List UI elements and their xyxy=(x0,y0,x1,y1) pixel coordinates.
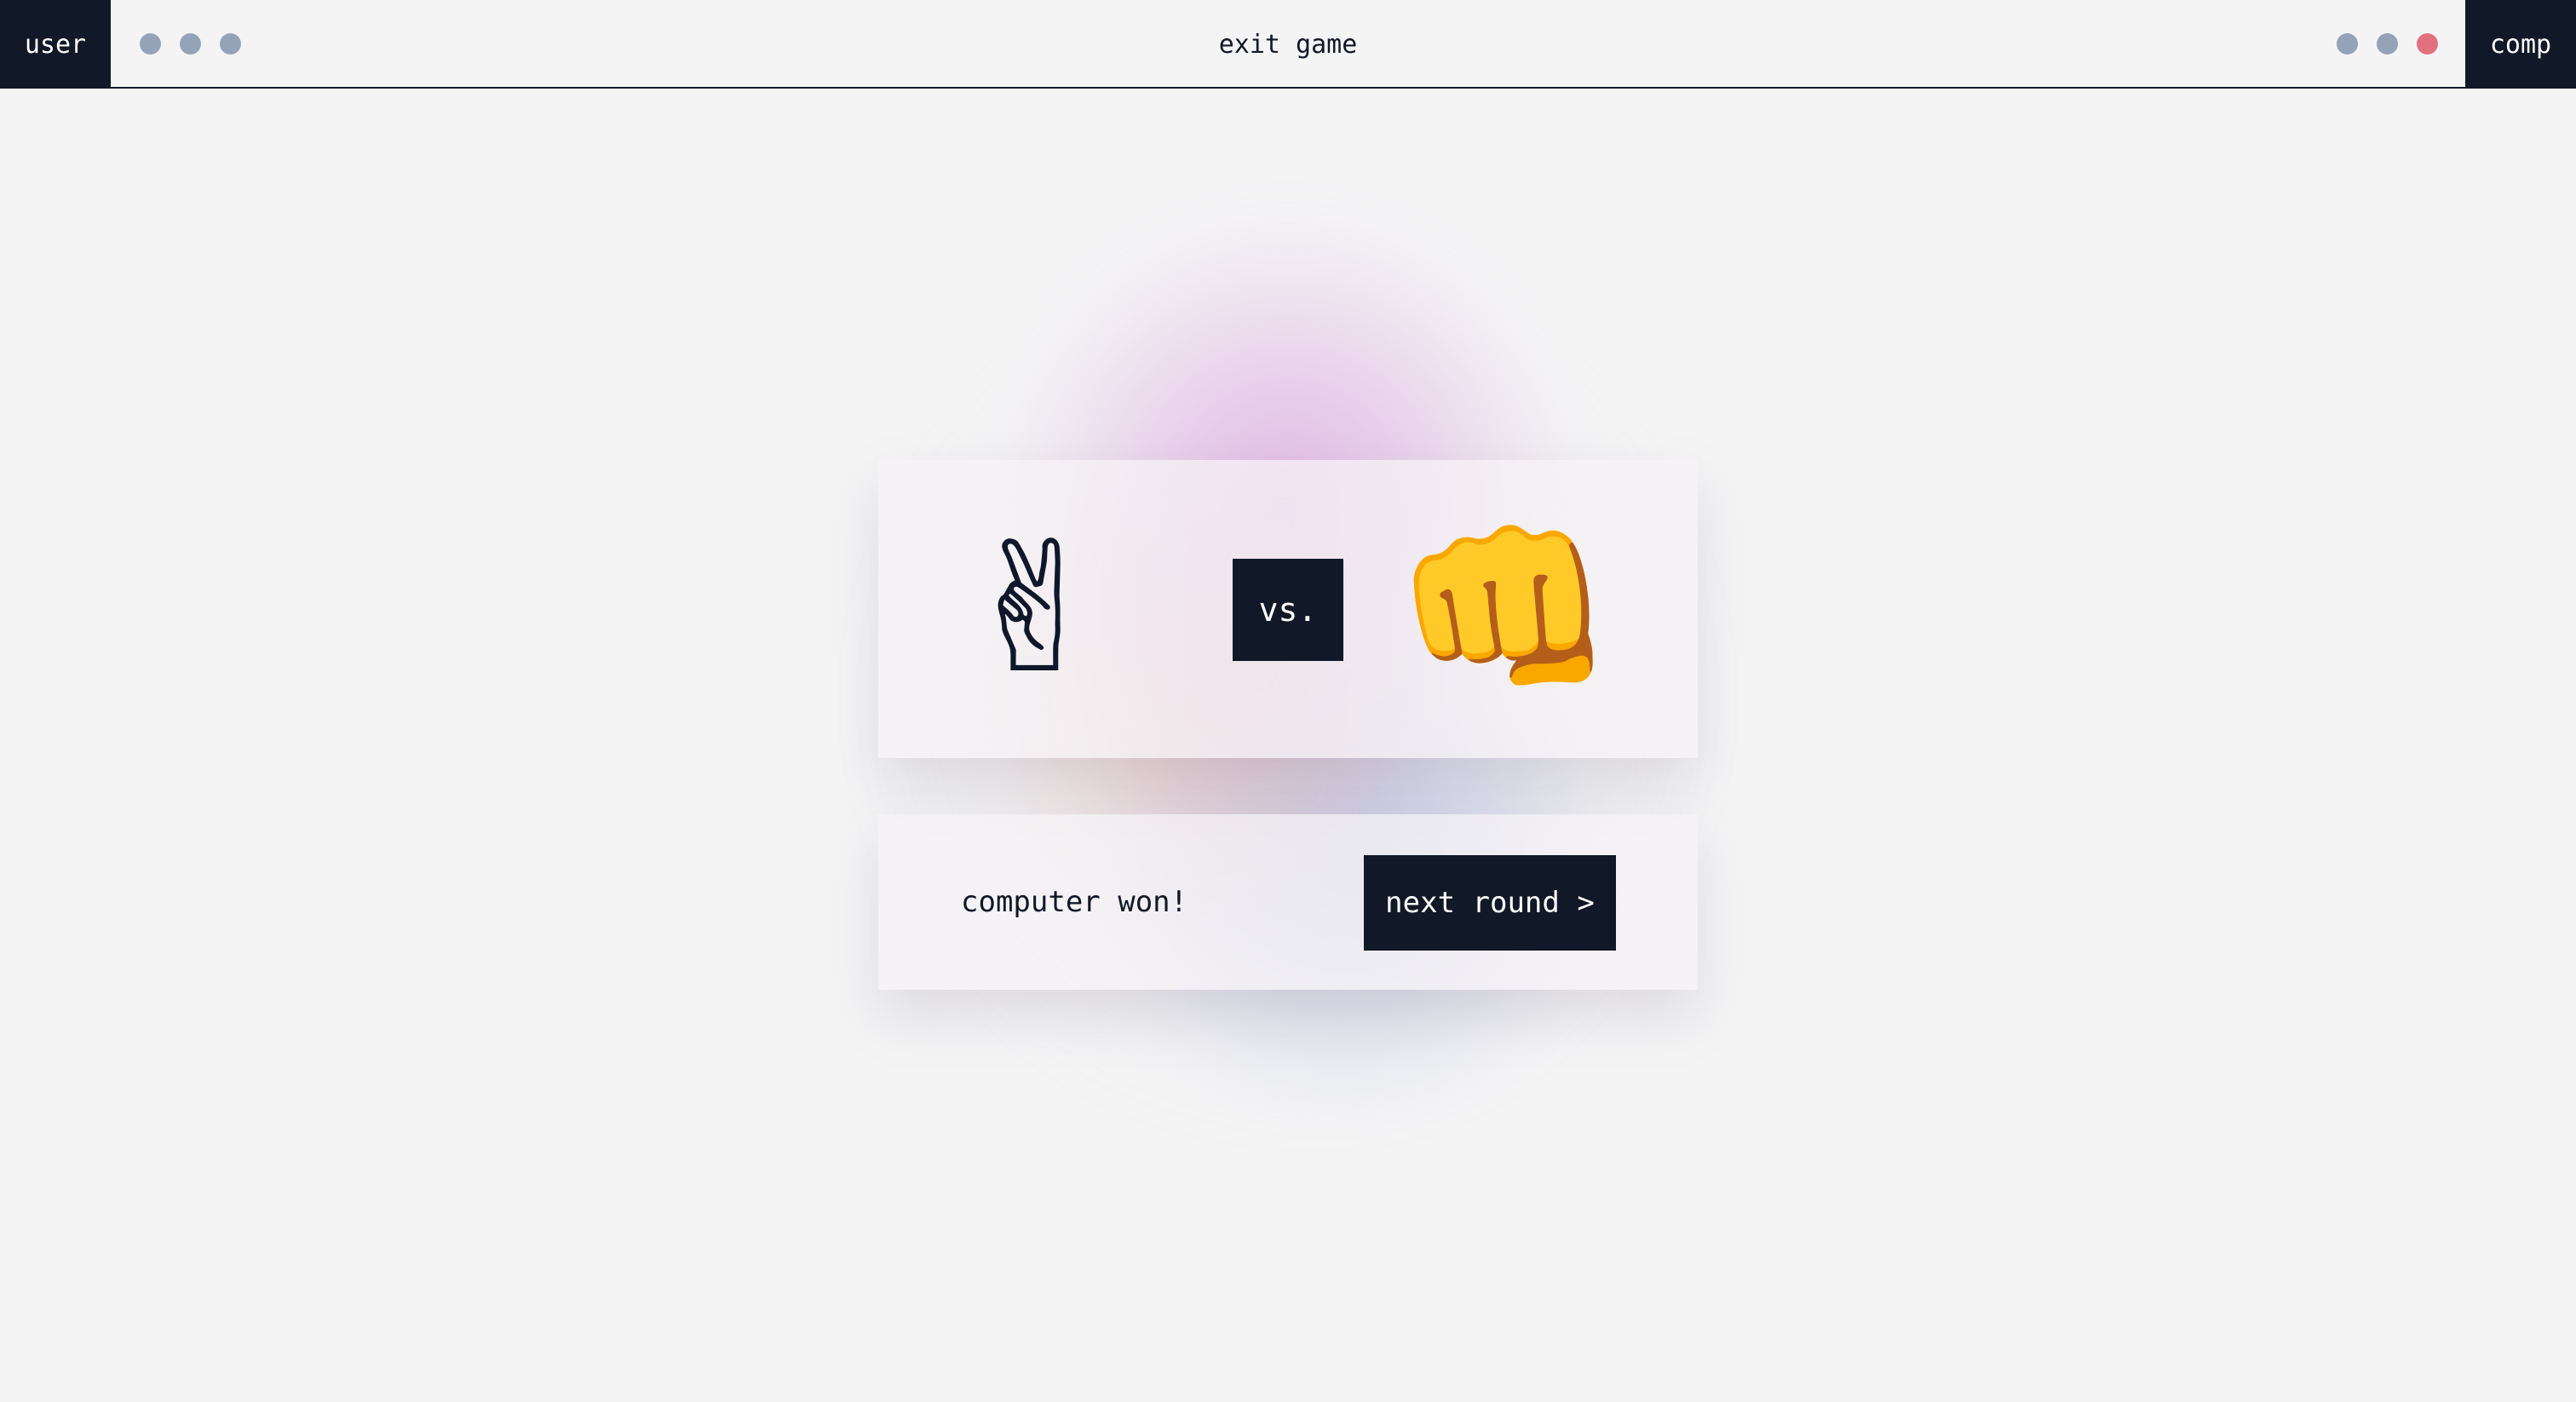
comp-life-dot xyxy=(2377,33,2398,55)
user-life-dot xyxy=(180,33,201,55)
comp-label: comp xyxy=(2465,0,2576,89)
user-lives xyxy=(140,33,241,55)
result-message: computer won! xyxy=(961,885,1188,919)
user-life-dot xyxy=(140,33,161,55)
next-round-button[interactable]: next round > xyxy=(1364,855,1616,951)
vs-badge: vs. xyxy=(1233,559,1343,661)
comp-life-dot-lost xyxy=(2417,33,2438,55)
result-card: computer won! next round > xyxy=(878,814,1698,990)
battle-card: ✌ vs. 👊 xyxy=(878,460,1698,758)
comp-life-dot xyxy=(2337,33,2358,55)
user-label: user xyxy=(0,0,111,89)
exit-game-button[interactable]: exit game xyxy=(1219,0,1358,89)
comp-lives xyxy=(2337,33,2438,55)
user-life-dot xyxy=(220,33,241,55)
top-bar: user exit game comp xyxy=(0,0,2576,89)
comp-rock-fist-icon: 👊 xyxy=(1393,504,1616,713)
user-scissors-hand-icon: ✌ xyxy=(960,504,1110,713)
